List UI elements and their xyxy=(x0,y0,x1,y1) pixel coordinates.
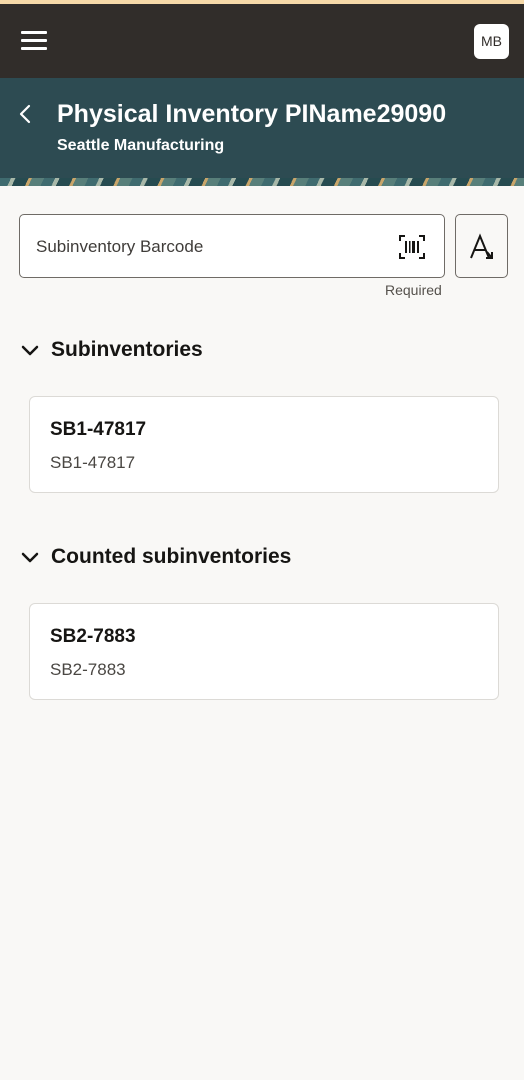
page-title: Physical Inventory PIName29090 xyxy=(57,100,447,128)
decorative-pattern-band xyxy=(0,178,524,186)
section-title: Counted subinventories xyxy=(51,545,292,568)
chevron-down-icon xyxy=(21,552,39,563)
subinventory-barcode-input[interactable]: Subinventory Barcode xyxy=(19,214,445,278)
required-hint: Required xyxy=(385,282,442,298)
barcode-scan-icon[interactable] xyxy=(398,234,426,260)
hamburger-menu-icon[interactable] xyxy=(21,31,47,51)
text-entry-button[interactable] xyxy=(455,214,508,278)
card-title: SB2-7883 xyxy=(50,626,136,647)
page-subtitle: Seattle Manufacturing xyxy=(57,137,225,154)
counted-subinventory-card[interactable]: SB2-7883 SB2-7883 xyxy=(29,603,499,700)
card-subtitle: SB1-47817 xyxy=(50,453,136,472)
section-title: Subinventories xyxy=(51,338,203,361)
text-input-icon xyxy=(470,233,493,259)
card-subtitle: SB2-7883 xyxy=(50,660,126,679)
section-header-counted-subinventories[interactable]: Counted subinventories xyxy=(20,544,340,574)
card-title: SB1-47817 xyxy=(50,419,147,440)
user-avatar[interactable]: MB xyxy=(474,24,509,59)
section-header-subinventories[interactable]: Subinventories xyxy=(20,337,320,367)
chevron-down-icon xyxy=(21,345,39,356)
top-app-bar: MB xyxy=(0,4,524,78)
barcode-field-label: Subinventory Barcode xyxy=(36,237,204,256)
chevron-left-icon[interactable] xyxy=(14,100,38,128)
subinventory-card[interactable]: SB1-47817 SB1-47817 xyxy=(29,396,499,493)
page-header: Physical Inventory PIName29090 Seattle M… xyxy=(0,78,524,178)
